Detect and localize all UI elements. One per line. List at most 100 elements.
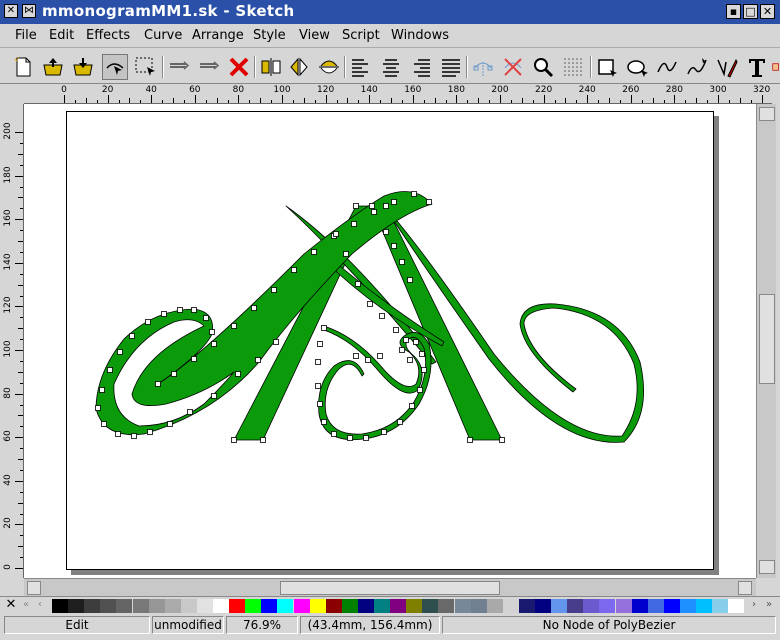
bezier-node-handle[interactable] xyxy=(331,431,337,437)
grid-icon[interactable] xyxy=(560,54,586,80)
bezier-node-handle[interactable] xyxy=(177,307,183,313)
bezier-node-handle[interactable] xyxy=(129,333,135,339)
delete-icon[interactable] xyxy=(226,54,252,80)
color-swatch[interactable] xyxy=(390,599,407,613)
color-swatch[interactable] xyxy=(277,599,294,613)
snap-off-icon[interactable] xyxy=(500,54,526,80)
color-swatch[interactable] xyxy=(583,599,600,613)
bezier-node-handle[interactable] xyxy=(365,357,371,363)
text-tool-icon[interactable] xyxy=(744,54,770,80)
bezier-node-handle[interactable] xyxy=(271,287,277,293)
bezier-tool-icon[interactable] xyxy=(654,54,680,80)
bezier-node-handle[interactable] xyxy=(101,421,107,427)
color-swatch[interactable] xyxy=(438,599,455,613)
bezier-node-handle[interactable] xyxy=(117,349,123,355)
bezier-node-handle[interactable] xyxy=(379,313,385,319)
color-swatch[interactable] xyxy=(341,599,358,613)
menu-effects[interactable]: Effects xyxy=(86,28,130,43)
color-swatch[interactable] xyxy=(599,599,616,613)
menu-arrange[interactable]: Arrange xyxy=(192,28,244,43)
maximize-button[interactable]: □ xyxy=(743,4,758,19)
menu-curve[interactable]: Curve xyxy=(144,28,182,43)
minimize-button[interactable]: ▪ xyxy=(726,4,741,19)
bezier-node-handle[interactable] xyxy=(343,251,349,257)
color-swatch[interactable] xyxy=(229,599,246,613)
bezier-node-handle[interactable] xyxy=(211,393,217,399)
bezier-node-handle[interactable] xyxy=(417,387,423,393)
flip-horizontal-icon[interactable] xyxy=(258,54,284,80)
color-swatch[interactable] xyxy=(696,599,712,613)
bezier-node-handle[interactable] xyxy=(145,319,151,325)
bezier-node-handle[interactable] xyxy=(381,429,387,435)
bezier-node-handle[interactable] xyxy=(191,307,197,313)
bezier-node-handle[interactable] xyxy=(321,419,327,425)
bezier-node-handle[interactable] xyxy=(347,435,353,441)
color-swatch[interactable] xyxy=(470,599,487,613)
bezier-node-handle[interactable] xyxy=(397,419,403,425)
bezier-node-handle[interactable] xyxy=(211,341,217,347)
color-swatch[interactable] xyxy=(486,599,503,613)
bezier-node-handle[interactable] xyxy=(131,433,137,439)
bezier-node-handle[interactable] xyxy=(407,277,413,283)
scroll-left-arrow-icon[interactable] xyxy=(27,581,41,595)
bezier-node-handle[interactable] xyxy=(413,339,419,345)
bezier-node-handle[interactable] xyxy=(421,367,427,373)
bezier-node-handle[interactable] xyxy=(403,337,409,343)
scroll-down-arrow-icon[interactable] xyxy=(759,560,775,574)
bezier-node-handle[interactable] xyxy=(155,381,161,387)
color-swatch[interactable] xyxy=(132,599,149,613)
bezier-node-handle[interactable] xyxy=(499,437,505,443)
color-swatch[interactable] xyxy=(84,599,101,613)
color-swatch[interactable] xyxy=(551,599,568,613)
bezier-node-handle[interactable] xyxy=(333,231,339,237)
color-swatch[interactable] xyxy=(631,599,648,613)
bezier-node-handle[interactable] xyxy=(317,401,323,407)
window-menu-icon[interactable]: ✕ xyxy=(4,4,18,18)
bezier-node-handle[interactable] xyxy=(311,249,317,255)
horizontal-scrollbar[interactable] xyxy=(24,578,756,596)
bezier-node-handle[interactable] xyxy=(161,311,167,317)
bezier-node-handle[interactable] xyxy=(191,356,197,362)
bezier-node-handle[interactable] xyxy=(399,347,405,353)
align-right-icon[interactable] xyxy=(408,54,434,80)
bezier-node-handle[interactable] xyxy=(393,327,399,333)
bezier-node-handle[interactable] xyxy=(203,315,209,321)
color-swatch[interactable] xyxy=(615,599,632,613)
pen-tool-icon[interactable] xyxy=(714,54,740,80)
bezier-node-handle[interactable] xyxy=(407,357,413,363)
menu-edit[interactable]: Edit xyxy=(49,28,74,43)
bezier-node-handle[interactable] xyxy=(187,409,193,415)
color-swatch[interactable] xyxy=(357,599,374,613)
bezier-node-handle[interactable] xyxy=(411,191,417,197)
color-swatch[interactable] xyxy=(180,599,197,613)
select-tool-icon[interactable] xyxy=(132,54,158,80)
color-swatch[interactable] xyxy=(454,599,471,613)
horizontal-ruler[interactable]: 0 20 40 60 80 100 120 140 160 180 200 220 240 260 280 3… xyxy=(24,85,772,104)
vertical-ruler[interactable]: 200 180 160 140 120 100 80 60 40 20 0 xyxy=(0,104,24,578)
scroll-up-arrow-icon[interactable] xyxy=(759,107,775,121)
freehand-tool-icon[interactable] xyxy=(684,54,710,80)
close-button[interactable]: ✕ xyxy=(760,4,775,19)
bezier-node-handle[interactable] xyxy=(99,387,105,393)
bezier-node-handle[interactable] xyxy=(231,323,237,329)
bezier-node-handle[interactable] xyxy=(171,371,177,377)
horizontal-scroll-thumb[interactable] xyxy=(280,581,500,595)
bezier-node-handle[interactable] xyxy=(426,199,432,205)
bezier-node-handle[interactable] xyxy=(367,301,373,307)
color-swatch[interactable] xyxy=(148,599,165,613)
color-swatch[interactable] xyxy=(261,599,278,613)
bezier-node-handle[interactable] xyxy=(351,221,357,227)
menu-windows[interactable]: Windows xyxy=(391,28,449,43)
zoom-icon[interactable] xyxy=(530,54,556,80)
bezier-node-handle[interactable] xyxy=(369,203,375,209)
menu-style[interactable]: Style xyxy=(253,28,286,43)
color-swatch[interactable] xyxy=(712,599,729,613)
bezier-node-handle[interactable] xyxy=(355,281,361,287)
bezier-node-handle[interactable] xyxy=(115,431,121,437)
drawing-canvas[interactable] xyxy=(24,104,756,578)
align-center-icon[interactable] xyxy=(378,54,404,80)
bezier-node-handle[interactable] xyxy=(383,229,389,235)
color-swatch[interactable] xyxy=(374,599,390,613)
bezier-node-handle[interactable] xyxy=(409,403,415,409)
ellipse-tool-icon[interactable] xyxy=(624,54,650,80)
